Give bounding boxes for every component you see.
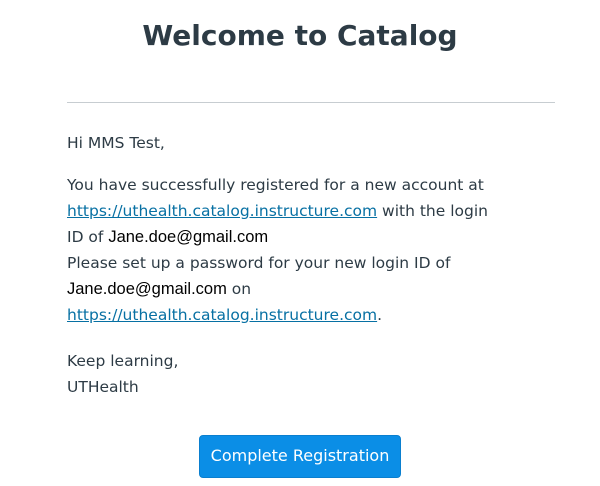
login-id-2: Jane.doe@gmail.com bbox=[67, 280, 227, 298]
password-instruction: Please set up a password for your new lo… bbox=[67, 254, 451, 272]
registration-text: You have successfully registered for a n… bbox=[67, 176, 484, 194]
period: . bbox=[377, 306, 383, 324]
divider bbox=[67, 102, 555, 103]
signoff-org: UTHealth bbox=[67, 378, 139, 396]
complete-registration-button[interactable]: Complete Registration bbox=[198, 435, 402, 478]
email-body: Welcome to Catalog Hi MMS Test, You have… bbox=[0, 0, 600, 486]
id-prefix: ID of bbox=[67, 228, 109, 246]
signoff: Keep learning, UTHealth bbox=[67, 348, 557, 400]
page-title: Welcome to Catalog bbox=[142, 19, 458, 52]
catalog-link[interactable]: https://uthealth.catalog.instructure.com bbox=[67, 202, 377, 220]
catalog-link-2[interactable]: https://uthealth.catalog.instructure.com bbox=[67, 306, 377, 324]
login-id: Jane.doe@gmail.com bbox=[108, 228, 269, 246]
registration-paragraph: You have successfully registered for a n… bbox=[67, 172, 557, 328]
greeting: Hi MMS Test, bbox=[67, 134, 165, 152]
on-text: on bbox=[226, 280, 252, 298]
button-container: Complete Registration bbox=[0, 435, 600, 478]
signoff-line: Keep learning, bbox=[67, 352, 179, 370]
login-text: with the login bbox=[377, 202, 488, 220]
email-content: Hi MMS Test, You have successfully regis… bbox=[67, 130, 557, 400]
